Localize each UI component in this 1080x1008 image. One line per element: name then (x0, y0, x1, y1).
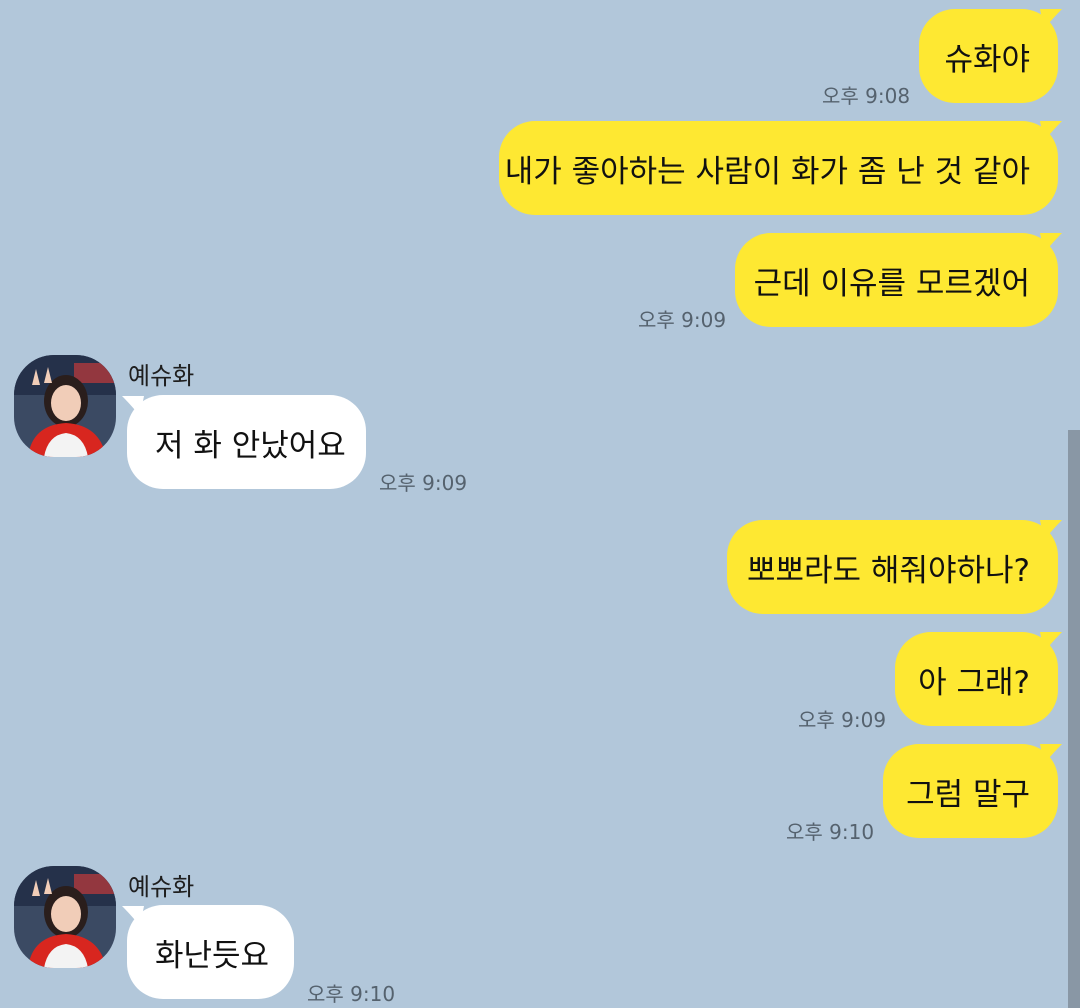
my-message-bubble[interactable]: 뽀뽀라도 해줘야하나? (727, 520, 1058, 614)
message-time: 오후 9:09 (638, 308, 727, 332)
bubble-tail (1040, 632, 1062, 652)
message-time: 오후 9:10 (307, 982, 396, 1006)
my-message-bubble[interactable]: 근데 이유를 모르겠어 (735, 233, 1058, 327)
message-time: 오후 9:09 (379, 471, 468, 495)
bubble-tail (1040, 9, 1062, 29)
message-text: 뽀뽀라도 해줘야하나? (747, 552, 1030, 589)
sender-name: 예슈화 (128, 362, 195, 390)
message-text: 화난듯요 (155, 937, 270, 974)
their-message-bubble[interactable]: 화난듯요 (127, 905, 294, 999)
bubble-tail (1040, 744, 1062, 764)
message-text: 저 화 안났어요 (155, 427, 346, 464)
their-message-bubble[interactable]: 저 화 안났어요 (127, 395, 366, 489)
profile-photo-icon (14, 355, 116, 457)
profile-photo-icon (14, 866, 116, 968)
message-text: 그럼 말구 (906, 776, 1030, 813)
message-time: 오후 9:08 (822, 84, 911, 108)
message-text: 내가 좋아하는 사람이 화가 좀 난 것 같아 (504, 153, 1030, 190)
scrollbar[interactable] (1068, 430, 1080, 1008)
my-message-bubble[interactable]: 슈화야 (919, 9, 1058, 103)
bubble-tail (1040, 520, 1062, 540)
message-time: 오후 9:10 (786, 820, 875, 844)
message-text: 근데 이유를 모르겠어 (753, 265, 1030, 302)
message-text: 아 그래? (918, 664, 1030, 701)
avatar[interactable] (14, 355, 116, 457)
message-time: 오후 9:09 (798, 708, 887, 732)
message-text: 슈화야 (944, 41, 1030, 78)
my-message-bubble[interactable]: 내가 좋아하는 사람이 화가 좀 난 것 같아 (499, 121, 1058, 215)
my-message-bubble[interactable]: 아 그래? (895, 632, 1058, 726)
my-message-bubble[interactable]: 그럼 말구 (883, 744, 1058, 838)
bubble-tail (1040, 121, 1062, 141)
sender-name: 예슈화 (128, 873, 195, 901)
avatar[interactable] (14, 866, 116, 968)
bubble-tail (1040, 233, 1062, 253)
